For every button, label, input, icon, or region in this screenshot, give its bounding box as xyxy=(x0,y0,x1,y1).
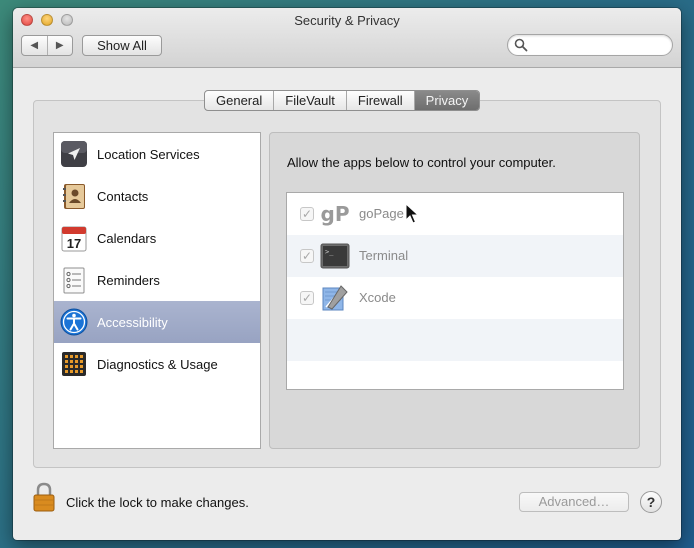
advanced-button[interactable]: Advanced… xyxy=(519,492,629,512)
lock-icon[interactable] xyxy=(33,482,55,512)
app-name: goPage xyxy=(359,206,404,221)
contacts-book-icon xyxy=(60,182,88,210)
accessibility-panel: Allow the apps below to control your com… xyxy=(269,132,640,449)
show-all-button[interactable]: Show All xyxy=(82,35,162,56)
app-checkbox[interactable]: ✓ xyxy=(300,291,314,305)
sidebar-item-reminders[interactable]: Reminders xyxy=(54,259,260,301)
search-icon xyxy=(514,38,528,52)
sidebar-item-diagnostics-usage[interactable]: Diagnostics & Usage xyxy=(54,343,260,385)
tab-privacy[interactable]: Privacy xyxy=(414,91,480,110)
gopage-icon: gP xyxy=(320,199,350,229)
app-checkbox[interactable]: ✓ xyxy=(300,207,314,221)
app-list: ✓ gP goPage ✓ >_ Terminal ✓ Xcode xyxy=(286,192,624,390)
sidebar-item-location-services[interactable]: Location Services xyxy=(54,133,260,175)
accessibility-icon xyxy=(60,308,88,336)
mouse-cursor-icon xyxy=(405,203,419,224)
sidebar-item-contacts[interactable]: Contacts xyxy=(54,175,260,217)
sidebar-item-label: Contacts xyxy=(97,188,149,204)
app-name: Xcode xyxy=(359,290,396,305)
titlebar: Security & Privacy ◀ ▶ Show All xyxy=(13,8,681,68)
back-forward-control: ◀ ▶ xyxy=(21,35,73,56)
xcode-icon xyxy=(320,283,350,313)
tab-filevault[interactable]: FileVault xyxy=(274,91,347,110)
tab-firewall[interactable]: Firewall xyxy=(347,91,415,110)
forward-button[interactable]: ▶ xyxy=(48,36,73,55)
lock-message: Click the lock to make changes. xyxy=(66,495,249,510)
tab-bar: General FileVault Firewall Privacy xyxy=(204,90,481,111)
tab-general[interactable]: General xyxy=(205,91,275,110)
terminal-icon-text: >_ xyxy=(325,248,334,256)
window-title: Security & Privacy xyxy=(294,13,400,28)
calendar-icon: 17 xyxy=(60,224,88,252)
app-name: Terminal xyxy=(359,248,409,263)
calendar-day: 17 xyxy=(67,236,81,251)
location-arrow-icon xyxy=(60,140,88,168)
empty-list-row xyxy=(287,319,623,361)
app-row-terminal: ✓ >_ Terminal xyxy=(287,235,623,277)
back-button[interactable]: ◀ xyxy=(22,36,48,55)
sidebar-item-label: Diagnostics & Usage xyxy=(97,356,218,372)
app-row-gopage: ✓ gP goPage xyxy=(287,193,623,235)
help-button[interactable]: ? xyxy=(640,491,662,513)
app-row-xcode: ✓ Xcode xyxy=(287,277,623,319)
sidebar-item-accessibility[interactable]: Accessibility xyxy=(54,301,260,343)
sidebar-item-calendars[interactable]: 17 Calendars xyxy=(54,217,260,259)
sidebar-item-label: Reminders xyxy=(97,272,160,288)
sidebar-item-label: Accessibility xyxy=(97,314,168,330)
app-checkbox[interactable]: ✓ xyxy=(300,249,314,263)
panel-instruction: Allow the apps below to control your com… xyxy=(287,155,556,170)
sidebar-item-label: Calendars xyxy=(97,230,157,246)
gopage-icon-text: gP xyxy=(321,202,350,226)
sidebar-item-label: Location Services xyxy=(97,146,200,162)
diagnostics-grid-icon xyxy=(60,350,88,378)
privacy-category-list: Location Services Contacts 17 Calendars … xyxy=(53,132,261,449)
search-field[interactable] xyxy=(507,34,673,56)
terminal-icon: >_ xyxy=(320,241,350,271)
preferences-window: Security & Privacy ◀ ▶ Show All General … xyxy=(13,8,681,540)
reminders-list-icon xyxy=(60,266,88,294)
search-input[interactable] xyxy=(530,37,666,53)
